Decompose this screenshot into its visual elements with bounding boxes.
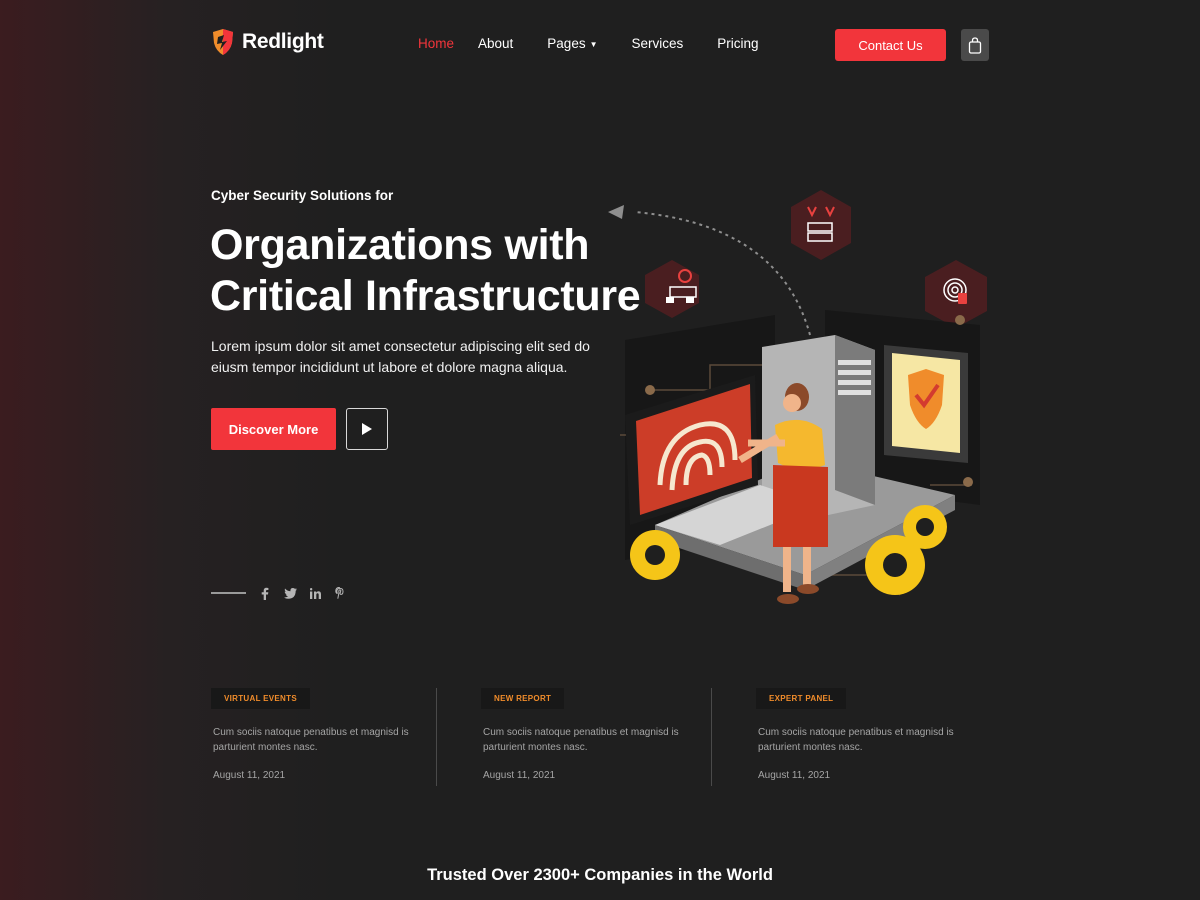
news-date: August 11, 2021 [483, 770, 556, 781]
divider [711, 688, 712, 786]
news-item[interactable]: EXPERT PANEL Cum sociis natoque penatibu… [756, 688, 986, 781]
brand-logo[interactable]: Redlight [210, 28, 324, 56]
news-date: August 11, 2021 [213, 770, 286, 781]
play-icon [362, 423, 372, 435]
shopping-bag-icon [968, 36, 982, 54]
hero-eyebrow: Cyber Security Solutions for [211, 188, 394, 203]
news-item[interactable]: VIRTUAL EVENTS Cum sociis natoque penati… [211, 688, 441, 781]
news-tag: NEW REPORT [481, 688, 565, 709]
hero-description: Lorem ipsum dolor sit amet consectetur a… [211, 338, 590, 375]
trusted-heading: Trusted Over 2300+ Companies in the Worl… [427, 866, 773, 884]
divider [436, 688, 437, 786]
news-date: August 11, 2021 [758, 770, 831, 781]
nav-label: Pricing [717, 36, 759, 51]
pinterest-icon[interactable] [333, 586, 347, 600]
news-item[interactable]: NEW REPORT Cum sociis natoque penatibus … [481, 688, 711, 781]
nav-label: Home [418, 36, 455, 51]
facebook-icon[interactable] [258, 586, 272, 600]
shield-logo-icon [213, 29, 233, 55]
news-text: Cum sociis natoque penatibus et magnisd … [483, 727, 679, 753]
brand-name: Redlight [242, 30, 324, 53]
cart-button[interactable] [961, 29, 989, 61]
divider-line [211, 592, 246, 594]
site-header: Redlight Home About Pages ▼ Services Pri… [0, 0, 1200, 90]
news-tag: EXPERT PANEL [756, 688, 847, 709]
nav-item-pricing[interactable]: Pricing [717, 36, 758, 51]
news-tag: VIRTUAL EVENTS [211, 688, 310, 709]
twitter-icon[interactable] [283, 586, 297, 600]
nav-label: About [478, 36, 514, 51]
news-text: Cum sociis natoque penatibus et magnisd … [758, 727, 954, 753]
linkedin-icon[interactable] [308, 586, 322, 600]
discover-more-button[interactable]: Discover More [211, 408, 336, 450]
nav-label: Pages [547, 36, 586, 51]
nav-item-home[interactable]: Home [418, 36, 454, 51]
nav-item-services[interactable]: Services [632, 36, 684, 51]
nav-item-about[interactable]: About [478, 36, 513, 51]
chevron-down-icon: ▼ [589, 40, 598, 49]
news-text: Cum sociis natoque penatibus et magnisd … [213, 727, 409, 753]
contact-us-button[interactable]: Contact Us [835, 29, 946, 61]
main-nav: Home About Pages ▼ Services Pricing [418, 36, 759, 51]
news-row: VIRTUAL EVENTS Cum sociis natoque penati… [211, 688, 991, 786]
nav-label: Services [631, 36, 684, 51]
cyber-security-illustration [608, 190, 987, 604]
nav-item-pages[interactable]: Pages ▼ [547, 36, 597, 51]
social-links [211, 586, 358, 600]
play-video-button[interactable] [346, 408, 388, 450]
